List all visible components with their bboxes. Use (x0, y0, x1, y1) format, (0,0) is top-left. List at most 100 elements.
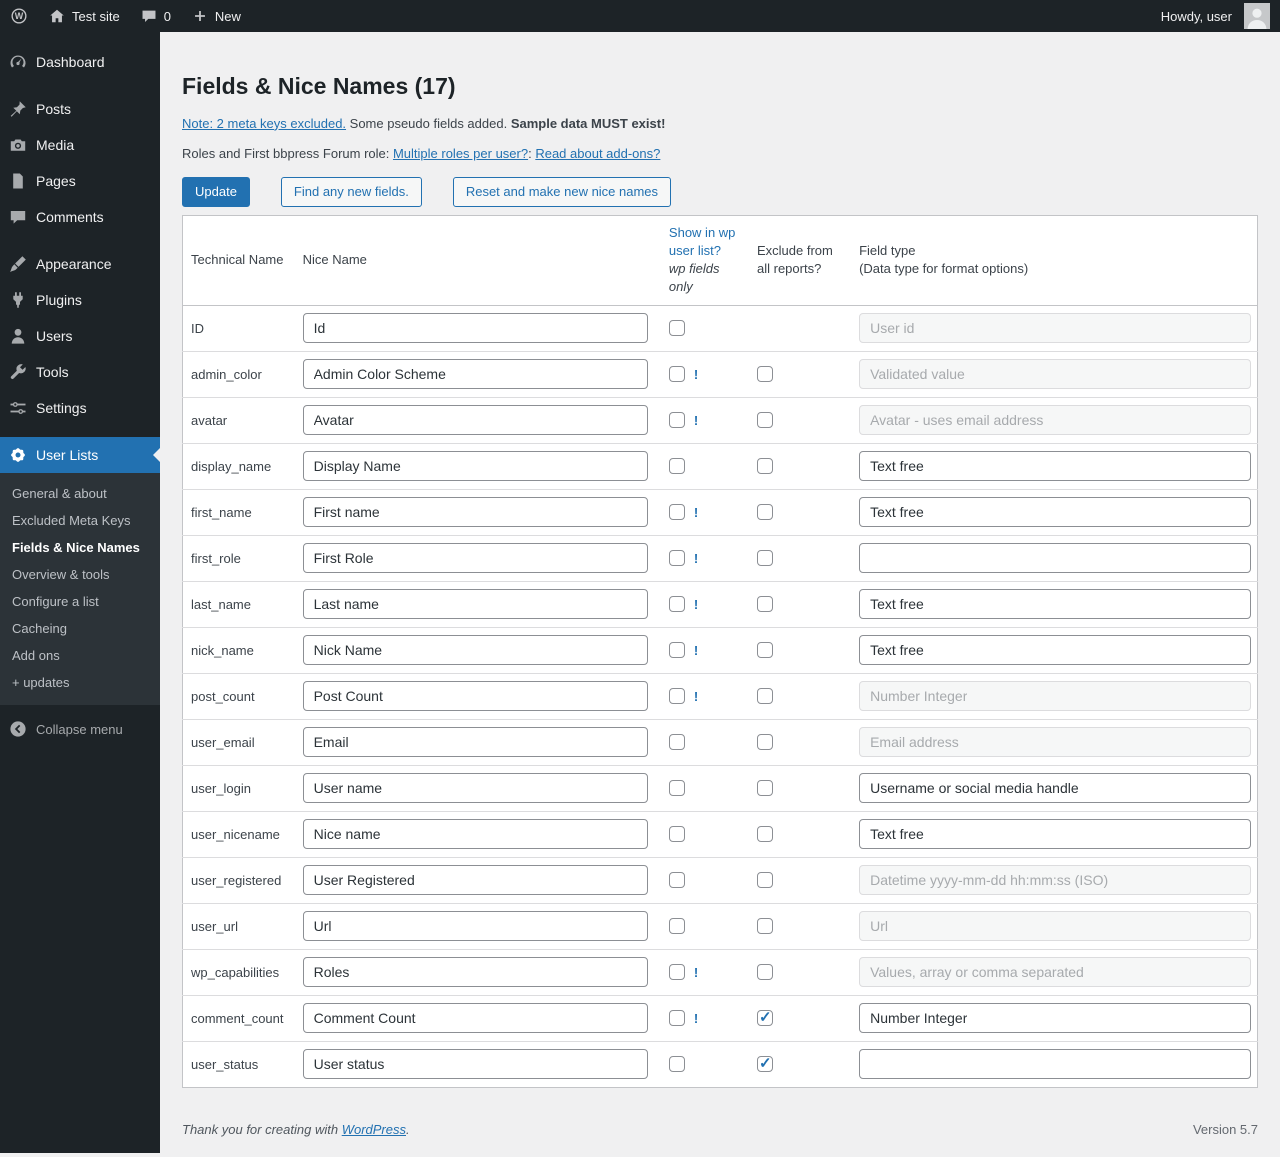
sidebar-item-user-lists[interactable]: User Lists (0, 437, 160, 473)
sidebar-item-pages[interactable]: Pages (0, 163, 160, 199)
exclude-checkbox[interactable] (757, 688, 773, 704)
field-type-select[interactable]: User id (859, 313, 1251, 343)
sidebar-item-users[interactable]: Users (0, 318, 160, 354)
field-type-select[interactable]: Number Integer (859, 1003, 1251, 1033)
nice-name-input[interactable] (303, 957, 648, 987)
exclude-checkbox[interactable] (757, 458, 773, 474)
nice-name-input[interactable] (303, 865, 648, 895)
sidebar-item-comments[interactable]: Comments (0, 199, 160, 235)
show-in-list-checkbox[interactable] (669, 504, 685, 520)
field-type-select[interactable]: Number Integer (859, 681, 1251, 711)
show-in-wp-user-list-link[interactable]: Show in wp user list? (669, 225, 735, 258)
sidebar-item-posts[interactable]: Posts (0, 91, 160, 127)
show-in-list-checkbox[interactable] (669, 458, 685, 474)
nice-name-input[interactable] (303, 405, 648, 435)
wordpress-link[interactable]: WordPress (342, 1122, 406, 1137)
comments-button[interactable]: 0 (130, 0, 181, 32)
submenu-item-excluded-meta-keys[interactable]: Excluded Meta Keys (0, 507, 160, 534)
field-type-select[interactable]: Datetime yyyy-mm-dd hh:mm:ss (ISO) (859, 865, 1251, 895)
nice-name-input[interactable] (303, 1003, 648, 1033)
excluded-meta-keys-link[interactable]: Note: 2 meta keys excluded. (182, 116, 346, 131)
nice-name-input[interactable] (303, 773, 648, 803)
exclude-checkbox[interactable] (757, 596, 773, 612)
show-in-list-checkbox[interactable] (669, 964, 685, 980)
exclude-checkbox[interactable] (757, 1056, 773, 1072)
find-new-fields-button[interactable]: Find any new fields. (281, 177, 422, 207)
alert-link[interactable]: ! (694, 413, 698, 428)
show-in-list-checkbox[interactable] (669, 826, 685, 842)
submenu-item-configure-a-list[interactable]: Configure a list (0, 588, 160, 615)
exclude-checkbox[interactable] (757, 826, 773, 842)
submenu-item-cacheing[interactable]: Cacheing (0, 615, 160, 642)
multiple-roles-link[interactable]: Multiple roles per user? (393, 146, 528, 161)
collapse-menu-button[interactable]: Collapse menu (0, 711, 160, 747)
show-in-list-checkbox[interactable] (669, 734, 685, 750)
nice-name-input[interactable] (303, 1049, 648, 1079)
show-in-list-checkbox[interactable] (669, 550, 685, 566)
nice-name-input[interactable] (303, 727, 648, 757)
alert-link[interactable]: ! (694, 367, 698, 382)
alert-link[interactable]: ! (694, 965, 698, 980)
sidebar-item-dashboard[interactable]: Dashboard (0, 44, 160, 80)
field-type-select[interactable]: Values, array or comma separated (859, 957, 1251, 987)
exclude-checkbox[interactable] (757, 550, 773, 566)
field-type-select[interactable] (859, 1049, 1251, 1079)
exclude-checkbox[interactable] (757, 780, 773, 796)
howdy-account-menu[interactable]: Howdy, user (1151, 0, 1280, 32)
show-in-list-checkbox[interactable] (669, 412, 685, 428)
nice-name-input[interactable] (303, 451, 648, 481)
alert-link[interactable]: ! (694, 643, 698, 658)
wp-logo-button[interactable]: W (0, 0, 38, 32)
field-type-select[interactable]: Text free (859, 635, 1251, 665)
alert-link[interactable]: ! (694, 1011, 698, 1026)
show-in-list-checkbox[interactable] (669, 918, 685, 934)
nice-name-input[interactable] (303, 911, 648, 941)
field-type-select[interactable]: Text free (859, 497, 1251, 527)
sidebar-item-appearance[interactable]: Appearance (0, 246, 160, 282)
show-in-list-checkbox[interactable] (669, 320, 685, 336)
show-in-list-checkbox[interactable] (669, 872, 685, 888)
show-in-list-checkbox[interactable] (669, 688, 685, 704)
alert-link[interactable]: ! (694, 597, 698, 612)
field-type-select[interactable]: Username or social media handle (859, 773, 1251, 803)
submenu-item-updates[interactable]: + updates (0, 669, 160, 696)
submenu-item-overview-tools[interactable]: Overview & tools (0, 561, 160, 588)
field-type-select[interactable]: Text free (859, 819, 1251, 849)
field-type-select[interactable]: Url (859, 911, 1251, 941)
site-name-button[interactable]: Test site (38, 0, 130, 32)
new-content-button[interactable]: New (181, 0, 251, 32)
nice-name-input[interactable] (303, 681, 648, 711)
exclude-checkbox[interactable] (757, 734, 773, 750)
field-type-select[interactable] (859, 543, 1251, 573)
exclude-checkbox[interactable] (757, 918, 773, 934)
exclude-checkbox[interactable] (757, 642, 773, 658)
show-in-list-checkbox[interactable] (669, 366, 685, 382)
nice-name-input[interactable] (303, 589, 648, 619)
read-about-addons-link[interactable]: Read about add-ons? (535, 146, 660, 161)
reset-nice-names-button[interactable]: Reset and make new nice names (453, 177, 671, 207)
submenu-item-add-ons[interactable]: Add ons (0, 642, 160, 669)
nice-name-input[interactable] (303, 635, 648, 665)
field-type-select[interactable]: Text free (859, 451, 1251, 481)
alert-link[interactable]: ! (694, 551, 698, 566)
exclude-checkbox[interactable] (757, 504, 773, 520)
field-type-select[interactable]: Text free (859, 589, 1251, 619)
exclude-checkbox[interactable] (757, 872, 773, 888)
alert-link[interactable]: ! (694, 689, 698, 704)
show-in-list-checkbox[interactable] (669, 596, 685, 612)
alert-link[interactable]: ! (694, 505, 698, 520)
show-in-list-checkbox[interactable] (669, 1056, 685, 1072)
sidebar-item-settings[interactable]: Settings (0, 390, 160, 426)
nice-name-input[interactable] (303, 819, 648, 849)
field-type-select[interactable]: Avatar - uses email address (859, 405, 1251, 435)
field-type-select[interactable]: Validated value (859, 359, 1251, 389)
exclude-checkbox[interactable] (757, 1010, 773, 1026)
show-in-list-checkbox[interactable] (669, 780, 685, 796)
field-type-select[interactable]: Email address (859, 727, 1251, 757)
submenu-item-general-about[interactable]: General & about (0, 480, 160, 507)
sidebar-item-tools[interactable]: Tools (0, 354, 160, 390)
exclude-checkbox[interactable] (757, 366, 773, 382)
show-in-list-checkbox[interactable] (669, 1010, 685, 1026)
sidebar-item-plugins[interactable]: Plugins (0, 282, 160, 318)
submenu-item-fields-nice-names[interactable]: Fields & Nice Names (0, 534, 160, 561)
